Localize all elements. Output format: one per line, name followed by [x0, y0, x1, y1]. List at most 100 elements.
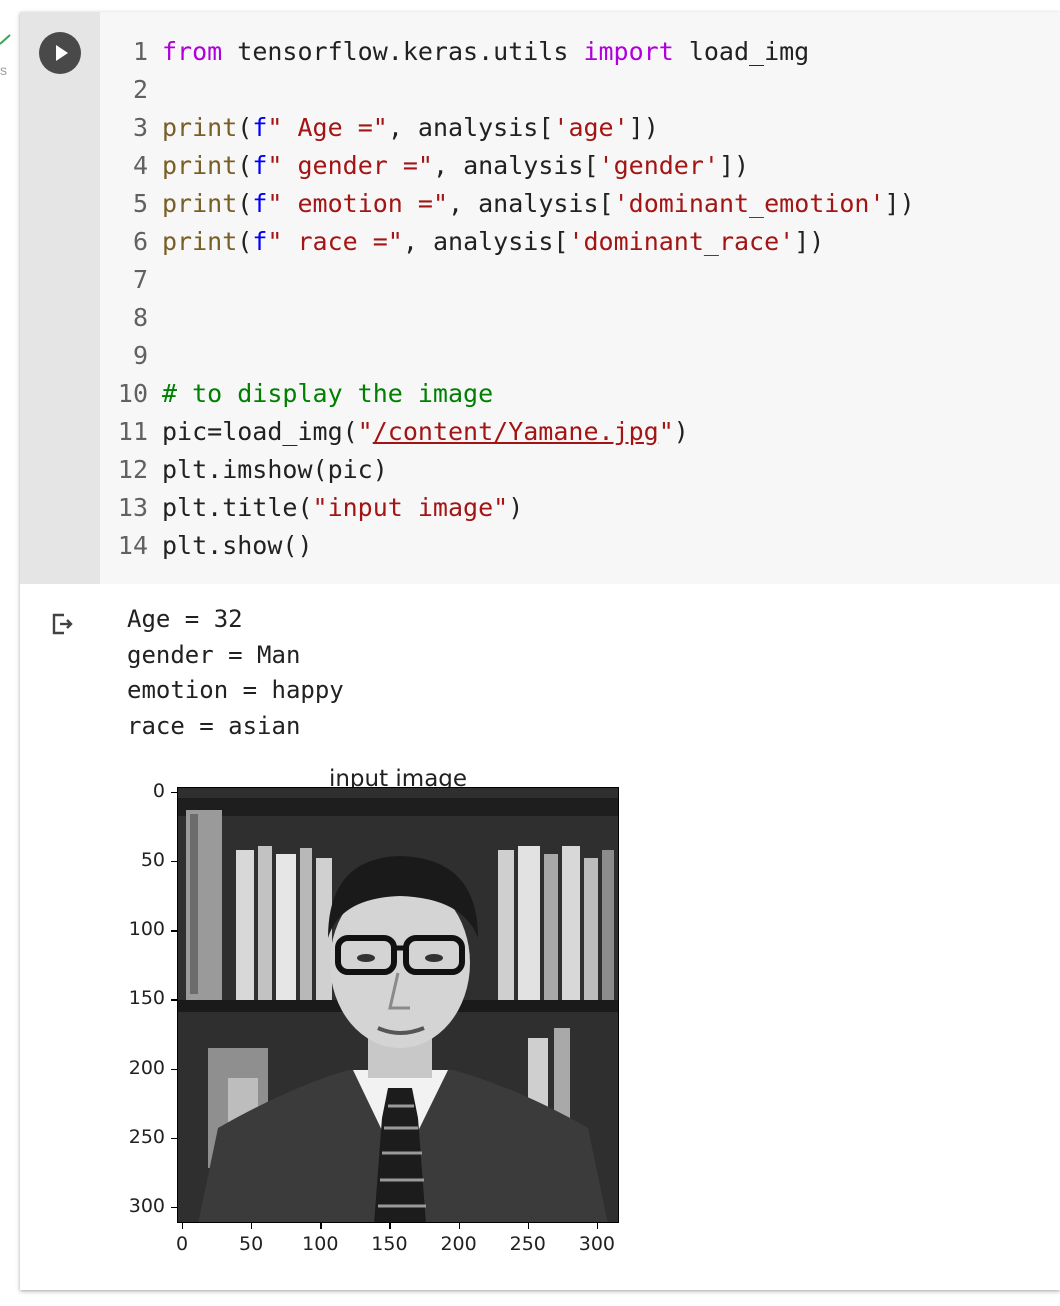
code-editor[interactable]: 1 from tensorflow.keras.utils import load… [100, 12, 1060, 584]
plot-image-area [177, 787, 619, 1223]
code-line-3: 3 print(f" Age =", analysis['age']) [100, 109, 659, 147]
y-tick-label: 150 [128, 987, 165, 1010]
function-print: print [162, 113, 238, 142]
paren: ( [237, 227, 253, 256]
code-text: , analysis[ [448, 189, 614, 218]
fstring-prefix: f [252, 113, 268, 142]
string-key: 'gender' [598, 151, 719, 180]
code-text: plt.show() [162, 531, 313, 560]
line-number: 4 [132, 151, 148, 180]
keyword-import: import [583, 37, 674, 66]
fstring-prefix: f [252, 189, 268, 218]
import-name: load_img [673, 37, 810, 66]
portrait-photo-icon [178, 788, 618, 1222]
code-line-12: 12 plt.imshow(pic) [100, 451, 388, 489]
y-tick-label: 200 [128, 1056, 165, 1079]
x-tick-mark [320, 1223, 322, 1229]
y-tick-label: 50 [140, 849, 165, 872]
y-tick-mark [171, 930, 177, 932]
string-literal: " gender =" [267, 151, 433, 180]
code-comment: # to display the image [162, 379, 494, 408]
string-literal: " emotion =" [267, 189, 449, 218]
function-print: print [162, 151, 238, 180]
paren: ( [237, 151, 253, 180]
output-line-gender: gender = Man [127, 641, 301, 669]
code-line-7: 7 [100, 261, 162, 299]
code-text: , analysis[ [432, 151, 599, 180]
code-text: ]) [794, 227, 825, 256]
string-quote: " [658, 417, 674, 446]
fstring-prefix: f [252, 227, 268, 256]
paren: ( [237, 189, 253, 218]
cell-gutter [20, 12, 100, 584]
y-tick-label: 300 [128, 1194, 165, 1217]
file-path-link[interactable]: /content/Yamane.jpg [373, 417, 659, 446]
line-number: 6 [132, 227, 148, 256]
line-number: 3 [132, 113, 148, 142]
line-number: 14 [117, 531, 148, 560]
code-text: , analysis[ [387, 113, 554, 142]
y-tick-label: 100 [128, 918, 165, 941]
y-tick-mark [171, 1137, 177, 1140]
line-number: 13 [117, 493, 148, 522]
x-tick-label: 200 [440, 1233, 477, 1255]
x-tick-label: 250 [509, 1233, 546, 1255]
function-print: print [162, 227, 238, 256]
output-line-race: race = asian [127, 712, 301, 740]
code-text: plt.imshow(pic) [162, 455, 388, 484]
code-line-9: 9 [100, 337, 162, 375]
output-line-age: Age = 32 [127, 605, 243, 633]
x-tick-label: 100 [302, 1233, 339, 1255]
x-tick-label: 0 [175, 1233, 189, 1255]
string-literal: "input image" [312, 493, 509, 522]
line-number: 8 [132, 303, 148, 332]
x-tick-mark [596, 1223, 599, 1229]
y-tick-mark [171, 792, 177, 794]
line-number: 10 [117, 379, 148, 408]
line-number: 9 [132, 341, 148, 370]
y-tick-label: 0 [152, 780, 165, 802]
output-line-emotion: emotion = happy [127, 676, 344, 704]
code-line-6: 6 print(f" race =", analysis['dominant_ra… [100, 223, 824, 261]
x-tick-mark [389, 1223, 391, 1229]
code-line-13: 13 plt.title("input image") [100, 489, 523, 527]
code-line-8: 8 [100, 299, 162, 337]
fstring-prefix: f [252, 151, 268, 180]
code-line-2: 2 [100, 71, 162, 109]
y-tick-mark [171, 861, 177, 863]
line-number: 1 [132, 37, 148, 66]
y-tick-label: 250 [128, 1125, 165, 1148]
play-icon [56, 45, 68, 61]
x-tick-label: 50 [239, 1233, 264, 1255]
run-cell-button[interactable] [39, 32, 81, 74]
x-tick-label: 150 [371, 1233, 408, 1255]
x-tick-mark [251, 1223, 253, 1229]
code-text: plt.title( [162, 493, 313, 522]
x-tick-label: 300 [578, 1233, 616, 1255]
line-number: 7 [132, 265, 148, 294]
paren: ( [237, 113, 253, 142]
code-line-5: 5 print(f" emotion =", analysis['dominant… [100, 185, 915, 223]
code-line-4: 4 print(f" gender =", analysis['gender']) [100, 147, 749, 185]
function-print: print [162, 189, 238, 218]
code-cell[interactable]: 1 from tensorflow.keras.utils import load… [20, 12, 1060, 1290]
line-number: 12 [117, 455, 148, 484]
y-tick-mark [171, 1068, 177, 1070]
code-text: , analysis[ [402, 227, 569, 256]
line-number: 5 [132, 189, 148, 218]
string-literal: " race =" [267, 227, 403, 256]
code-line-14: 14 plt.show() [100, 527, 313, 565]
execution-time-fragment: s [0, 62, 7, 78]
string-key: 'age' [553, 113, 629, 142]
output-toggle-icon[interactable] [48, 610, 76, 638]
y-tick-mark [171, 1206, 177, 1209]
string-literal: " Age =" [267, 113, 388, 142]
code-text: ]) [628, 113, 659, 142]
module-name: tensorflow.keras.utils [222, 37, 584, 66]
line-number: 11 [117, 417, 148, 446]
code-line-1: 1 from tensorflow.keras.utils import load… [100, 33, 809, 71]
code-line-10: 10 # to display the image [100, 375, 493, 413]
code-text: ]) [718, 151, 750, 180]
code-text: ]) [884, 189, 915, 218]
x-tick-mark [527, 1223, 530, 1229]
